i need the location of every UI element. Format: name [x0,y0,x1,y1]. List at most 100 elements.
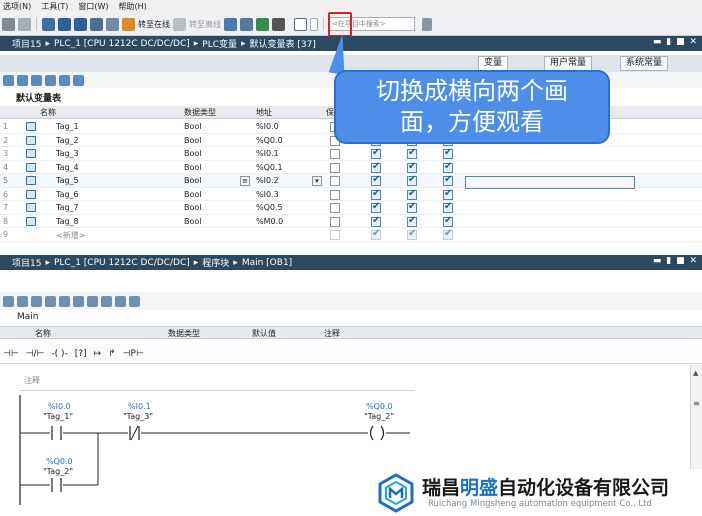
start-cpu-icon[interactable] [256,17,269,31]
go-online-icon[interactable] [122,17,135,31]
search-icon[interactable] [422,17,432,31]
undo-icon[interactable] [2,17,15,31]
tag-datatype[interactable]: Bool [184,136,202,145]
col-comment[interactable]: 注释 [324,328,340,339]
table-row[interactable]: 5 Tag_5 Bool %I0.2 ≡ ▾ [0,174,702,189]
datatype-picker-icon[interactable]: ≡ [240,176,250,186]
window-controls[interactable]: ▬ ▮ ■ ✕ [653,256,698,266]
collapse-networks-icon[interactable] [59,295,70,307]
tag-address[interactable]: %Q0.0 [256,136,283,145]
scroll-up-icon[interactable]: ▲ [693,369,698,377]
tag-option-checkbox[interactable] [330,216,340,227]
absolute-operands-icon[interactable] [73,295,84,307]
compile-icon[interactable] [42,17,55,31]
tag-datatype[interactable]: Bool [184,176,202,185]
tag-option-checkbox[interactable] [407,201,417,213]
tag-address[interactable]: %I0.2 [256,176,279,185]
tag-option-checkbox[interactable] [371,188,381,200]
table-row[interactable]: 8 Tag_8 Bool %M0.0 [0,215,702,228]
scroll-grip-icon[interactable]: ≡ [693,399,700,408]
tag-name[interactable]: <新增> [56,230,85,241]
tag-option-checkbox[interactable] [443,201,453,213]
tag-option-checkbox[interactable] [330,189,340,200]
breadcrumb-default-tag-table[interactable]: 默认变量表 [37] [250,37,316,50]
accessible-devices-icon[interactable] [224,17,237,31]
cross-reference-icon[interactable] [240,17,253,31]
tag-name[interactable]: Tag_1 [56,122,79,131]
tag-option-checkbox[interactable] [443,228,453,240]
col-default-value[interactable]: 默认值 [252,328,276,339]
menu-options[interactable]: 选项(N) [3,1,31,12]
tag-address[interactable]: %I0.1 [256,149,279,158]
menu-window[interactable]: 窗口(W) [78,1,108,12]
branch-contact-address[interactable]: %Q0.0 [46,457,73,466]
tag-datatype[interactable]: Bool [184,190,202,199]
export-icon[interactable] [31,74,42,86]
open-branch-icon[interactable]: ↦ [94,349,102,359]
tag-option-checkbox[interactable] [330,230,340,240]
import-icon[interactable] [45,74,56,86]
table-row[interactable]: 4 Tag_4 Bool %Q0.1 [0,161,702,174]
breadcrumb-program-blocks[interactable]: 程序块 [202,256,229,269]
col-address[interactable]: 地址 [256,107,272,118]
tag-option-checkbox[interactable] [443,215,453,227]
tab-user-constants[interactable]: 用户常量 [544,56,593,71]
breadcrumb-plc[interactable]: PLC_1 [CPU 1212C DC/DC/DC] [54,39,190,49]
tag-option-checkbox[interactable] [371,174,381,186]
tag-datatype[interactable]: Bool [184,203,202,212]
branch-contact-tag[interactable]: "Tag_2" [43,467,73,476]
favorites-icon[interactable] [87,295,98,307]
tag-option-checkbox[interactable] [407,174,417,186]
add-tag-icon[interactable] [3,74,14,86]
tag-name[interactable]: Tag_8 [56,217,79,226]
tag-address[interactable]: %M0.0 [256,217,283,226]
no-contact-icon[interactable]: ⊣⊢ [3,349,19,359]
tag-option-checkbox[interactable] [407,147,417,159]
tag-option-checkbox[interactable] [330,176,340,186]
monitor-icon[interactable] [106,17,119,31]
table-row[interactable]: 3 Tag_3 Bool %I0.1 [0,147,702,161]
tag-option-checkbox[interactable] [330,149,340,159]
window-controls[interactable]: ▬ ▮ ■ ✕ [653,37,698,47]
tag-name[interactable]: Tag_4 [56,163,79,172]
address-dropdown-icon[interactable]: ▾ [312,176,322,186]
simulation-icon[interactable] [90,17,103,31]
go-online-button[interactable]: 转至在线 [138,19,170,30]
menu-tools[interactable]: 工具(T) [41,1,68,12]
col-datatype[interactable]: 数据类型 [184,107,216,118]
tag-option-checkbox[interactable] [330,203,340,213]
tag-datatype[interactable]: Bool [184,122,202,131]
p-contact-icon[interactable]: ⊣P⊢ [123,349,144,359]
download-icon[interactable] [58,17,71,31]
go-offline-icon[interactable] [173,17,186,31]
tag-option-checkbox[interactable] [407,228,417,240]
upload-icon[interactable] [74,17,87,31]
monitor-all-icon[interactable] [59,74,70,86]
close-editor-icon[interactable] [272,17,285,31]
goto-error-icon[interactable] [115,295,126,307]
monitoring-on-off-icon[interactable] [129,295,140,307]
tag-address[interactable]: %Q0.1 [256,163,283,172]
coil-tag[interactable]: "Tag_2" [364,412,394,421]
tag-address[interactable]: %I0.3 [256,190,279,199]
table-row[interactable]: 7 Tag_7 Bool %Q0.5 [0,201,702,215]
table-row[interactable]: 9 <新增> [0,228,702,242]
block-interface-icon[interactable] [3,295,14,307]
col-datatype[interactable]: 数据类型 [168,328,200,339]
nc-contact-icon[interactable]: ⊣/⊢ [26,349,45,359]
breadcrumb-plc[interactable]: PLC_1 [CPU 1212C DC/DC/DC] [54,258,190,268]
tag-option-checkbox[interactable] [371,228,381,240]
tag-address[interactable]: %Q0.5 [256,203,283,212]
tag-option-checkbox[interactable] [407,161,417,173]
redo-icon[interactable] [18,17,31,31]
split-horizontal-icon[interactable] [294,17,307,31]
tag-option-checkbox[interactable] [371,215,381,227]
breadcrumb-project[interactable]: 项目15 [12,256,41,269]
close-branch-icon[interactable]: ↱ [108,349,116,359]
coil-icon[interactable]: -( )- [51,349,67,359]
contact1-tag[interactable]: "Tag_1" [43,412,73,421]
tag-name[interactable]: Tag_3 [56,149,79,158]
tag-option-checkbox[interactable] [443,188,453,200]
tag-datatype[interactable]: Bool [184,149,202,158]
coil-address[interactable]: %Q0.0 [366,402,393,411]
